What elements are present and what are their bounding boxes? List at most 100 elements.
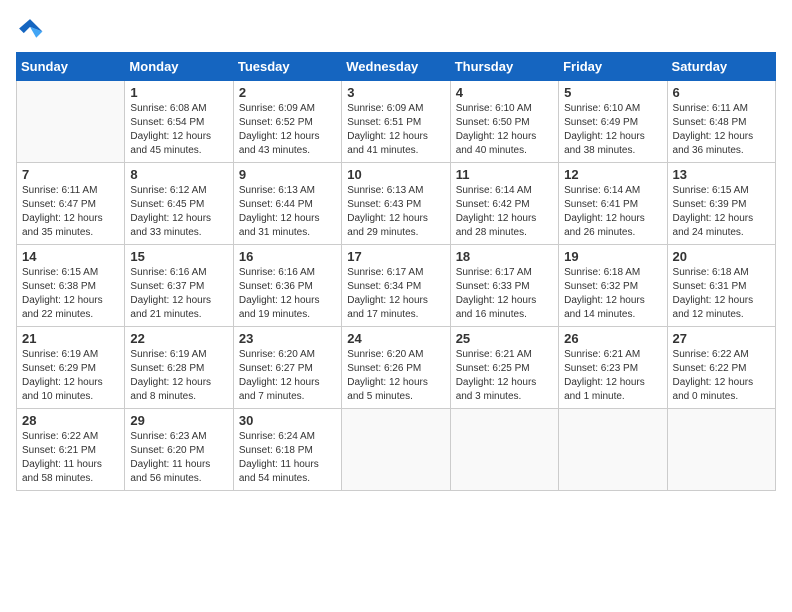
day-of-week-header: Thursday [450, 53, 558, 81]
calendar-day-cell: 12 Sunrise: 6:14 AM Sunset: 6:41 PM Dayli… [559, 163, 667, 245]
calendar-day-cell: 9 Sunrise: 6:13 AM Sunset: 6:44 PM Daylig… [233, 163, 341, 245]
day-info: Sunrise: 6:09 AM Sunset: 6:51 PM Dayligh… [347, 102, 444, 158]
day-number: 12 [564, 167, 661, 182]
logo-bird-icon [16, 16, 44, 44]
calendar-day-cell: 26 Sunrise: 6:21 AM Sunset: 6:23 PM Dayli… [559, 327, 667, 409]
day-info: Sunrise: 6:11 AM Sunset: 6:48 PM Dayligh… [673, 102, 770, 158]
calendar-week-row: 21 Sunrise: 6:19 AM Sunset: 6:29 PM Dayli… [17, 327, 776, 409]
calendar-day-cell: 21 Sunrise: 6:19 AM Sunset: 6:29 PM Dayli… [17, 327, 125, 409]
calendar-day-cell: 19 Sunrise: 6:18 AM Sunset: 6:32 PM Dayli… [559, 245, 667, 327]
calendar-day-cell: 23Sunrise: 6:20 AM Sunset: 6:27 PM Dayli… [233, 327, 341, 409]
day-of-week-header: Friday [559, 53, 667, 81]
day-info: Sunrise: 6:17 AM Sunset: 6:33 PM Dayligh… [456, 266, 553, 322]
day-info: Sunrise: 6:15 AM Sunset: 6:38 PM Dayligh… [22, 266, 119, 322]
day-info: Sunrise: 6:10 AM Sunset: 6:49 PM Dayligh… [564, 102, 661, 158]
day-number: 19 [564, 249, 661, 264]
day-number: 11 [456, 167, 553, 182]
day-info: Sunrise: 6:23 AM Sunset: 6:20 PM Dayligh… [130, 430, 227, 486]
calendar-week-row: 28 Sunrise: 6:22 AM Sunset: 6:21 PM Dayli… [17, 409, 776, 491]
day-number: 25 [456, 331, 553, 346]
calendar-header-row: SundayMondayTuesdayWednesdayThursdayFrid… [17, 53, 776, 81]
day-info: Sunrise: 6:16 AM Sunset: 6:36 PM Dayligh… [239, 266, 336, 322]
calendar-day-cell [667, 409, 775, 491]
day-info: Sunrise: 6:08 AM Sunset: 6:54 PM Dayligh… [130, 102, 227, 158]
calendar-day-cell: 5 Sunrise: 6:10 AM Sunset: 6:49 PM Daylig… [559, 81, 667, 163]
calendar-day-cell [17, 81, 125, 163]
calendar-week-row: 14 Sunrise: 6:15 AM Sunset: 6:38 PM Dayli… [17, 245, 776, 327]
calendar-week-row: 1 Sunrise: 6:08 AM Sunset: 6:54 PM Daylig… [17, 81, 776, 163]
calendar-day-cell: 30 Sunrise: 6:24 AM Sunset: 6:18 PM Dayli… [233, 409, 341, 491]
day-number: 26 [564, 331, 661, 346]
day-number: 8 [130, 167, 227, 182]
day-of-week-header: Sunday [17, 53, 125, 81]
calendar-day-cell: 25 Sunrise: 6:21 AM Sunset: 6:25 PM Dayli… [450, 327, 558, 409]
calendar-day-cell: 17 Sunrise: 6:17 AM Sunset: 6:34 PM Dayli… [342, 245, 450, 327]
day-number: 4 [456, 85, 553, 100]
day-number: 10 [347, 167, 444, 182]
calendar-day-cell: 20 Sunrise: 6:18 AM Sunset: 6:31 PM Dayli… [667, 245, 775, 327]
calendar-day-cell: 15 Sunrise: 6:16 AM Sunset: 6:37 PM Dayli… [125, 245, 233, 327]
day-of-week-header: Monday [125, 53, 233, 81]
calendar-day-cell: 2 Sunrise: 6:09 AM Sunset: 6:52 PM Daylig… [233, 81, 341, 163]
calendar-day-cell: 13Sunrise: 6:15 AM Sunset: 6:39 PM Dayli… [667, 163, 775, 245]
day-number: 30 [239, 413, 336, 428]
page-header [16, 16, 776, 44]
day-number: 29 [130, 413, 227, 428]
day-number: 5 [564, 85, 661, 100]
day-number: 17 [347, 249, 444, 264]
day-number: 21 [22, 331, 119, 346]
day-of-week-header: Tuesday [233, 53, 341, 81]
calendar-day-cell: 18 Sunrise: 6:17 AM Sunset: 6:33 PM Dayli… [450, 245, 558, 327]
day-info: Sunrise: 6:24 AM Sunset: 6:18 PM Dayligh… [239, 430, 336, 486]
calendar-day-cell: 10 Sunrise: 6:13 AM Sunset: 6:43 PM Dayli… [342, 163, 450, 245]
day-number: 2 [239, 85, 336, 100]
day-of-week-header: Saturday [667, 53, 775, 81]
day-info: Sunrise: 6:19 AM Sunset: 6:28 PM Dayligh… [130, 348, 227, 404]
calendar-day-cell: 22 Sunrise: 6:19 AM Sunset: 6:28 PM Dayli… [125, 327, 233, 409]
logo [16, 16, 48, 44]
calendar-day-cell: 8 Sunrise: 6:12 AM Sunset: 6:45 PM Daylig… [125, 163, 233, 245]
calendar-day-cell: 1 Sunrise: 6:08 AM Sunset: 6:54 PM Daylig… [125, 81, 233, 163]
calendar-day-cell [450, 409, 558, 491]
day-info: Sunrise: 6:18 AM Sunset: 6:32 PM Dayligh… [564, 266, 661, 322]
day-info: Sunrise: 6:12 AM Sunset: 6:45 PM Dayligh… [130, 184, 227, 240]
day-info: Sunrise: 6:15 AM Sunset: 6:39 PM Dayligh… [673, 184, 770, 240]
day-info: Sunrise: 6:14 AM Sunset: 6:41 PM Dayligh… [564, 184, 661, 240]
calendar-day-cell: 16 Sunrise: 6:16 AM Sunset: 6:36 PM Dayli… [233, 245, 341, 327]
calendar-day-cell: 27 Sunrise: 6:22 AM Sunset: 6:22 PM Dayli… [667, 327, 775, 409]
day-number: 7 [22, 167, 119, 182]
day-info: Sunrise: 6:20 AM Sunset: 6:26 PM Dayligh… [347, 348, 444, 404]
day-number: 22 [130, 331, 227, 346]
day-number: 20 [673, 249, 770, 264]
day-info: Sunrise: 6:21 AM Sunset: 6:25 PM Dayligh… [456, 348, 553, 404]
day-number: 1 [130, 85, 227, 100]
calendar-day-cell: 6Sunrise: 6:11 AM Sunset: 6:48 PM Daylig… [667, 81, 775, 163]
calendar-day-cell: 14 Sunrise: 6:15 AM Sunset: 6:38 PM Dayli… [17, 245, 125, 327]
day-number: 27 [673, 331, 770, 346]
day-number: 9 [239, 167, 336, 182]
day-info: Sunrise: 6:21 AM Sunset: 6:23 PM Dayligh… [564, 348, 661, 404]
day-number: 16 [239, 249, 336, 264]
day-info: Sunrise: 6:20 AM Sunset: 6:27 PM Dayligh… [239, 348, 336, 404]
calendar-day-cell: 4Sunrise: 6:10 AM Sunset: 6:50 PM Daylig… [450, 81, 558, 163]
day-number: 24 [347, 331, 444, 346]
day-info: Sunrise: 6:17 AM Sunset: 6:34 PM Dayligh… [347, 266, 444, 322]
calendar-day-cell: 29 Sunrise: 6:23 AM Sunset: 6:20 PM Dayli… [125, 409, 233, 491]
day-info: Sunrise: 6:19 AM Sunset: 6:29 PM Dayligh… [22, 348, 119, 404]
day-number: 15 [130, 249, 227, 264]
day-number: 14 [22, 249, 119, 264]
day-number: 18 [456, 249, 553, 264]
calendar-day-cell: 11Sunrise: 6:14 AM Sunset: 6:42 PM Dayli… [450, 163, 558, 245]
calendar-day-cell [559, 409, 667, 491]
day-info: Sunrise: 6:13 AM Sunset: 6:44 PM Dayligh… [239, 184, 336, 240]
day-info: Sunrise: 6:13 AM Sunset: 6:43 PM Dayligh… [347, 184, 444, 240]
day-of-week-header: Wednesday [342, 53, 450, 81]
day-info: Sunrise: 6:16 AM Sunset: 6:37 PM Dayligh… [130, 266, 227, 322]
day-info: Sunrise: 6:22 AM Sunset: 6:22 PM Dayligh… [673, 348, 770, 404]
calendar-day-cell: 24 Sunrise: 6:20 AM Sunset: 6:26 PM Dayli… [342, 327, 450, 409]
day-info: Sunrise: 6:09 AM Sunset: 6:52 PM Dayligh… [239, 102, 336, 158]
day-info: Sunrise: 6:22 AM Sunset: 6:21 PM Dayligh… [22, 430, 119, 486]
day-info: Sunrise: 6:18 AM Sunset: 6:31 PM Dayligh… [673, 266, 770, 322]
day-number: 28 [22, 413, 119, 428]
calendar-table: SundayMondayTuesdayWednesdayThursdayFrid… [16, 52, 776, 491]
